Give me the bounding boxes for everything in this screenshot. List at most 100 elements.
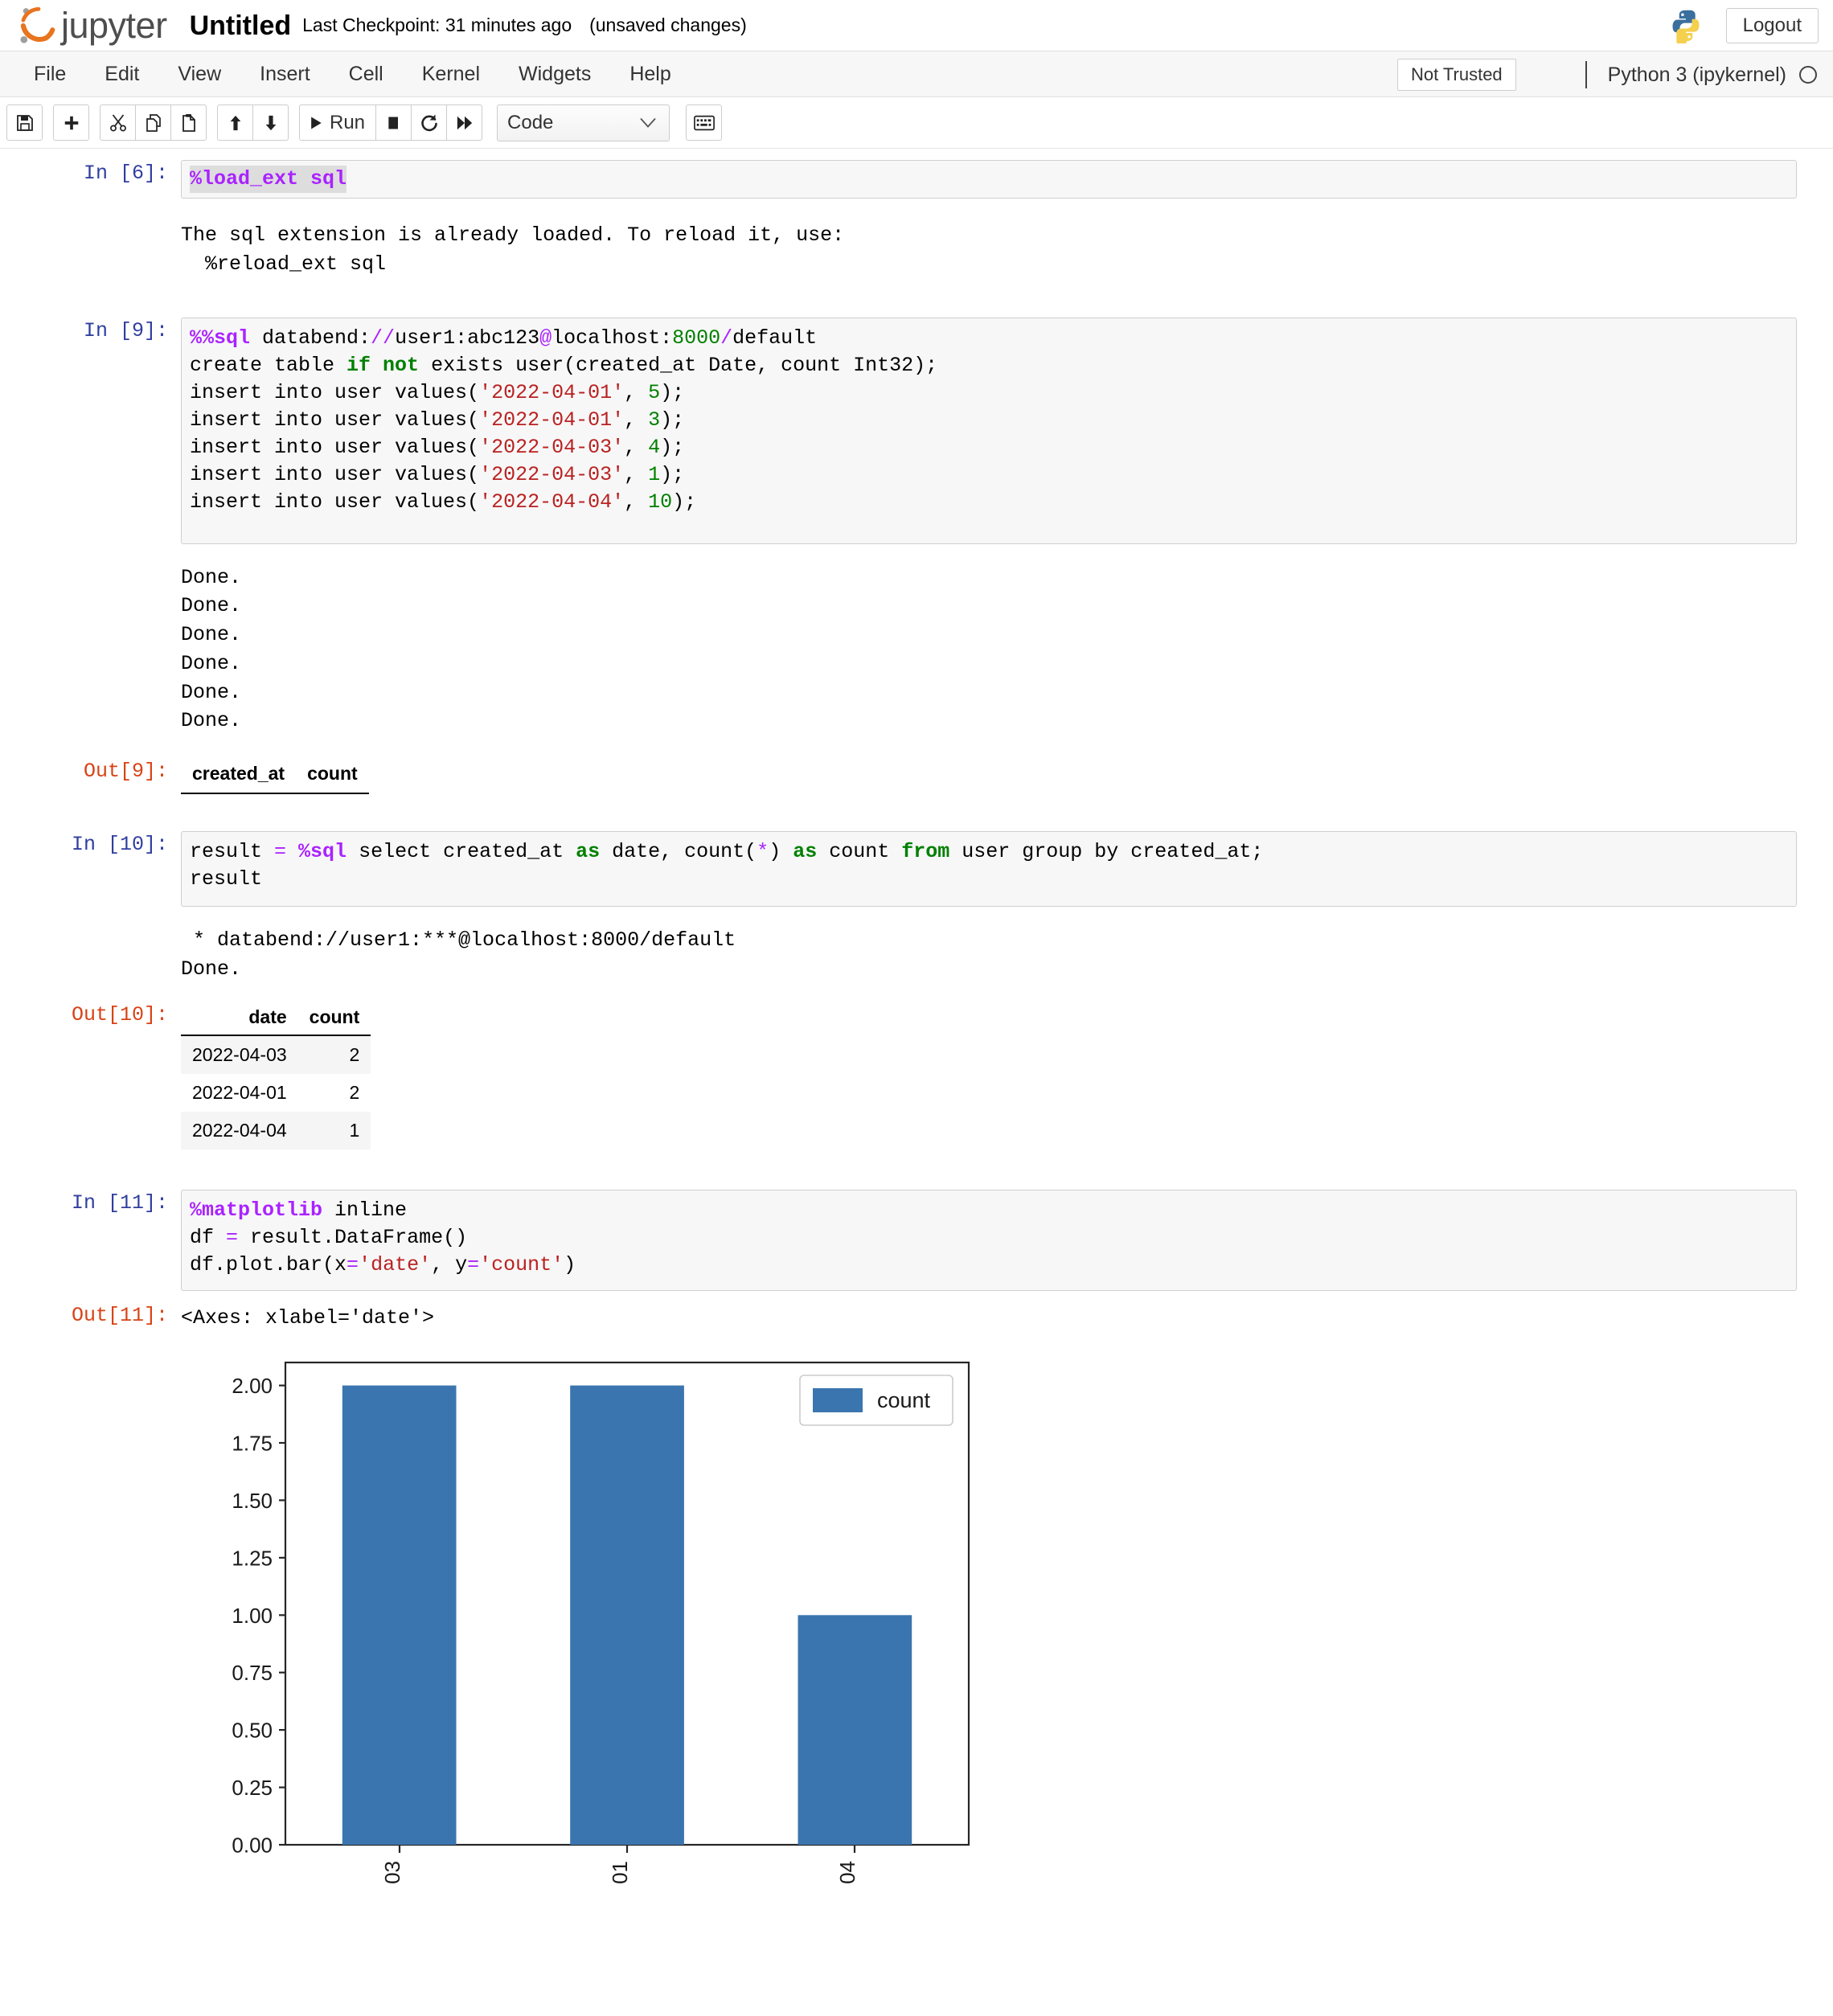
arrow-up-icon xyxy=(227,113,244,133)
bar-1 xyxy=(570,1386,684,1845)
cell-10-line-2: result xyxy=(190,866,1790,893)
xtick-label-1: 01 xyxy=(608,1861,632,1884)
save-button[interactable] xyxy=(6,104,43,141)
code-cell-6: In [6]: %load_ext sql xyxy=(0,160,1833,199)
input-prompt-9[interactable]: In [9]: xyxy=(0,318,181,345)
col-date: date xyxy=(181,1003,298,1035)
cell-9-insert-4: insert into user values('2022-04-03', 1)… xyxy=(190,461,1790,489)
ytick-label-4: 1.00 xyxy=(232,1604,273,1628)
menu-edit[interactable]: Edit xyxy=(85,58,158,91)
menu-bar: File Edit View Insert Cell Kernel Widget… xyxy=(0,51,1833,97)
jupyter-mark-icon xyxy=(18,5,59,47)
cell-count: 2 xyxy=(298,1035,371,1074)
play-icon xyxy=(308,114,324,132)
stop-square-icon xyxy=(386,115,402,131)
cell-type-select[interactable]: Code xyxy=(497,104,670,141)
dataframe-9-wrap: created_at count xyxy=(181,758,1833,794)
run-button-label: Run xyxy=(330,112,365,134)
menu-view[interactable]: View xyxy=(158,58,240,91)
col-count: count xyxy=(298,1003,371,1035)
python-logo-icon xyxy=(1668,8,1704,43)
ytick-label-0: 0.00 xyxy=(232,1834,273,1858)
xtick-label-2: 04 xyxy=(835,1861,859,1884)
code-editor-10[interactable]: result = %sql select created_at as date,… xyxy=(181,831,1797,907)
cell-10-stdout: * databend://user1:***@localhost:8000/de… xyxy=(181,924,1833,984)
cell-10-output: * databend://user1:***@localhost:8000/de… xyxy=(0,924,1833,984)
code-cell-11: In [11]: %matplotlib inline df = result.… xyxy=(0,1190,1833,1291)
paste-icon xyxy=(179,113,199,133)
chart-legend: count xyxy=(800,1375,953,1425)
table-row: 2022-04-01 2 xyxy=(181,1074,371,1112)
restart-kernel-button[interactable] xyxy=(411,104,447,141)
input-prompt-11[interactable]: In [11]: xyxy=(0,1190,181,1217)
legend-label-count: count xyxy=(877,1388,931,1412)
notebook-name[interactable]: Untitled xyxy=(190,12,292,39)
menu-kernel[interactable]: Kernel xyxy=(403,58,499,91)
cell-count: 1 xyxy=(298,1112,371,1149)
menu-widgets[interactable]: Widgets xyxy=(499,58,610,91)
jupyter-logo[interactable]: jupyter xyxy=(18,5,167,47)
cell-10-line-1: result = %sql select created_at as date,… xyxy=(190,838,1790,866)
copy-icon xyxy=(144,113,163,133)
save-icon xyxy=(15,113,35,133)
cell-11-repr: <Axes: xlabel='date'> xyxy=(181,1302,1833,1333)
scissors-icon xyxy=(109,113,128,133)
input-prompt-6[interactable]: In [6]: xyxy=(0,160,181,187)
command-palette-button[interactable] xyxy=(686,104,722,141)
cell-9-line-1: %%sql databend://user1:abc123@localhost:… xyxy=(190,325,1790,352)
logout-button[interactable]: Logout xyxy=(1726,8,1819,43)
menu-insert[interactable]: Insert xyxy=(240,58,330,91)
insert-cell-below-button[interactable] xyxy=(53,104,89,141)
restart-and-run-all-button[interactable] xyxy=(446,104,482,141)
move-cell-up-button[interactable] xyxy=(217,104,253,141)
table-header-row: date count xyxy=(181,1003,371,1035)
notebook-body: In [6]: %load_ext sql The sql extension … xyxy=(0,149,1833,1893)
arrow-down-icon xyxy=(262,113,280,133)
ytick-label-7: 1.75 xyxy=(232,1432,273,1456)
cell-date: 2022-04-04 xyxy=(181,1112,298,1149)
cell-9-result: Out[9]: created_at count xyxy=(0,758,1833,794)
paste-cells-button[interactable] xyxy=(170,104,207,141)
cell-11-result: Out[11]: <Axes: xlabel='date'> xyxy=(0,1302,1833,1333)
xtick-label-0: 03 xyxy=(380,1861,404,1884)
cell-9-insert-5: insert into user values('2022-04-04', 10… xyxy=(190,489,1790,516)
kernel-indicator-label: Python 3 (ipykernel) xyxy=(1608,64,1786,87)
matplotlib-figure: 0.00 0.25 0.50 0.75 1.00 1.25 1.50 1.75 … xyxy=(0,1332,1833,1893)
fast-forward-icon xyxy=(455,114,474,132)
output-prompt-10[interactable]: Out[10]: xyxy=(0,1002,181,1029)
chevron-down-icon xyxy=(640,117,656,128)
run-cell-button[interactable]: Run xyxy=(299,104,376,141)
interrupt-kernel-button[interactable] xyxy=(375,104,412,141)
cell-11-line-4: df.plot.bar(x='date', y='count') xyxy=(190,1252,1790,1279)
cut-cells-button[interactable] xyxy=(100,104,136,141)
code-editor-6[interactable]: %load_ext sql xyxy=(181,160,1797,199)
cell-9-insert-3: insert into user values('2022-04-03', 4)… xyxy=(190,434,1790,461)
cell-date: 2022-04-01 xyxy=(181,1074,298,1112)
bar-chart: 0.00 0.25 0.50 0.75 1.00 1.25 1.50 1.75 … xyxy=(181,1346,985,1893)
move-cell-down-button[interactable] xyxy=(252,104,289,141)
copy-cells-button[interactable] xyxy=(135,104,171,141)
ytick-label-8: 2.00 xyxy=(232,1374,273,1398)
cell-type-value: Code xyxy=(507,112,553,134)
dataframe-10: date count 2022-04-03 2 2022-04-01 2 202… xyxy=(181,1003,371,1149)
cell-10-result: Out[10]: date count 2022-04-03 2 2022-04… xyxy=(0,1002,1833,1149)
table-row: 2022-04-04 1 xyxy=(181,1112,371,1149)
menu-file[interactable]: File xyxy=(14,58,85,91)
menu-help[interactable]: Help xyxy=(610,58,690,91)
code-editor-11[interactable]: %matplotlib inline df = result.DataFrame… xyxy=(181,1190,1797,1291)
col-created-at: created_at xyxy=(181,760,296,793)
input-prompt-10[interactable]: In [10]: xyxy=(0,831,181,858)
cell-9-insert-2: insert into user values('2022-04-01', 3)… xyxy=(190,407,1790,434)
kernel-busy-indicator-icon xyxy=(1799,66,1817,84)
cell-6-stdout: The sql extension is already loaded. To … xyxy=(181,219,1833,279)
cell-11-line-3: df = result.DataFrame() xyxy=(190,1224,1790,1252)
code-editor-9[interactable]: %%sql databend://user1:abc123@localhost:… xyxy=(181,318,1797,544)
trust-status-badge[interactable]: Not Trusted xyxy=(1397,59,1516,91)
cell-6-code: %load_ext sql xyxy=(190,166,347,193)
output-prompt-11[interactable]: Out[11]: xyxy=(0,1302,181,1330)
restart-circle-arrow-icon xyxy=(420,113,439,133)
ytick-label-1: 0.25 xyxy=(232,1776,273,1800)
output-prompt-9[interactable]: Out[9]: xyxy=(0,758,181,785)
menu-cell[interactable]: Cell xyxy=(330,58,403,91)
dataframe-10-wrap: date count 2022-04-03 2 2022-04-01 2 202… xyxy=(181,1002,1833,1149)
